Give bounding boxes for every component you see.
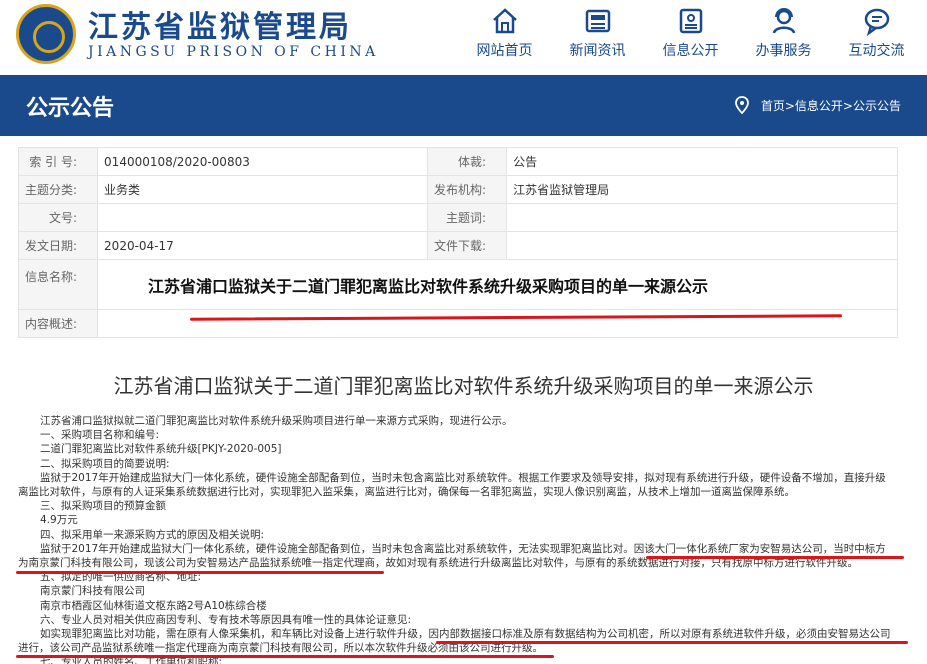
nav-interact[interactable]: 互动交流 [830,4,923,68]
nav-info-label: 信息公开 [662,43,719,59]
nav-home-label: 网站首页 [476,43,533,59]
nav-service[interactable]: 办事服务 [737,4,830,68]
info-name-value: 江苏省浦口监狱关于二道门罪犯离监比对软件系统升级采购项目的单一来源公示 [97,259,898,310]
paragraph-line: 四、拟采用单一来源采购方式的原因及相关说明: [40,528,265,541]
nav-news-label: 新闻资讯 [569,43,626,59]
category-label: 主题分类: [17,175,99,204]
category-value: 业务类 [97,175,429,204]
info-row: 发文日期: 2020-04-17 文件下载: [17,231,898,260]
paragraph-line: 二道门罪犯离监比对软件系统升级[PKJY-2020-005] [40,443,282,456]
publisher-label: 发布机构: [427,175,508,204]
document-icon [679,8,702,34]
info-row: 文号: 主题词: [17,203,898,232]
doc-no-value [97,203,429,232]
publisher-value: 江苏省监狱管理局 [506,175,898,204]
breadcrumb: 首页>信息公开>公示公告 [734,96,901,114]
summary-label: 内容概述: [17,309,99,338]
paragraph-line: 三、拟采购项目的预算金额 [40,500,166,513]
paragraph-line: 监狱于2017年开始建成监狱大门一体化系统，硬件设施全部配备到位，当时未包含离监… [40,542,886,555]
site-title[interactable]: 江苏省监狱管理局 [88,2,352,46]
annotation-underline [436,641,908,644]
index-label: 索 引 号: [17,147,99,176]
paragraph-line: 如实现罪犯离监比对功能，需在原有人像采集机，和车辆比对设备上进行软件升级，因内部… [40,628,891,641]
name-label: 信息名称: [17,259,99,310]
chat-icon [864,8,889,36]
genre-label: 体裁: [427,147,508,176]
paragraph-line: 二、拟采购项目的简要说明: [40,457,170,470]
nav-info[interactable]: 信息公开 [644,4,737,68]
paragraph-line: 六、专业人员对相关供应商因专利、专有技术等原因具有唯一性的具体论证意见: [40,613,412,626]
nav-home[interactable]: 网站首页 [458,4,551,68]
paragraph-line: 一、采购项目名称和编号: [40,429,160,442]
info-row: 内容概述: [17,309,898,338]
breadcrumb-path[interactable]: 首页>信息公开>公示公告 [761,97,901,114]
date-label: 发文日期: [17,231,99,260]
nav-service-label: 办事服务 [755,43,812,59]
annotation-underline [646,556,904,559]
annotation-underline [16,571,384,574]
paragraph-line: 江苏省浦口监狱拟就二道门罪犯离监比对软件系统升级采购项目进行单一来源方式采购，现… [40,415,513,427]
paragraph-line: 4.9万元 [40,514,78,527]
nav-interact-label: 互动交流 [848,43,905,59]
download-value[interactable] [506,231,898,260]
paragraph-line: 离监比对软件，与原有的人证采集系统数据进行比对，实现罪犯入监采集，离监进行比对，… [18,486,795,499]
genre-value: 公告 [506,147,898,176]
prison-emblem-logo[interactable] [16,4,76,64]
doc-no-label: 文号: [17,203,99,232]
newspaper-icon [585,9,610,33]
date-value: 2020-04-17 [97,231,429,260]
info-row: 索 引 号: 014000108/2020-00803 体裁: 公告 [17,147,898,176]
document-info-table: 索 引 号: 014000108/2020-00803 体裁: 公告 主题分类:… [17,147,898,338]
paragraph-line: 南京市栖霞区仙林街道文枢东路2号A10栋综合楼 [40,599,267,612]
download-label: 文件下载: [427,231,508,260]
keywords-label: 主题词: [427,203,508,232]
paragraph-line: 南京蒙门科技有限公司 [40,585,145,598]
service-icon [772,8,795,34]
site-subtitle: JIANGSU PRISON OF CHINA [88,44,379,60]
article-title: 江苏省浦口监狱关于二道门罪犯离监比对软件系统升级采购项目的单一来源公示 [113,374,814,398]
site-header: 江苏省监狱管理局 JIANGSU PRISON OF CHINA 网站首页 新闻… [0,0,927,75]
location-pin-icon [734,96,749,114]
paragraph-line: 监狱于2017年开始建成监狱大门一体化系统，硬件设施全部配备到位，当时未包含离监… [40,471,886,484]
section-banner: 公示公告 首页>信息公开>公示公告 [0,75,927,136]
info-row: 主题分类: 业务类 发布机构: 江苏省监狱管理局 [17,175,898,204]
keywords-value [506,203,898,232]
nav-news[interactable]: 新闻资讯 [551,4,644,68]
index-value: 014000108/2020-00803 [97,147,429,176]
article-body: 江苏省浦口监狱拟就二道门罪犯离监比对软件系统升级采购项目进行单一来源方式采购，现… [18,414,910,664]
home-icon [492,8,517,34]
section-title: 公示公告 [26,96,115,121]
annotation-underline [16,655,554,658]
main-nav: 网站首页 新闻资讯 信息公开 办事服务 互动交流 [458,4,923,68]
info-row: 信息名称: 江苏省浦口监狱关于二道门罪犯离监比对软件系统升级采购项目的单一来源公… [17,259,898,310]
